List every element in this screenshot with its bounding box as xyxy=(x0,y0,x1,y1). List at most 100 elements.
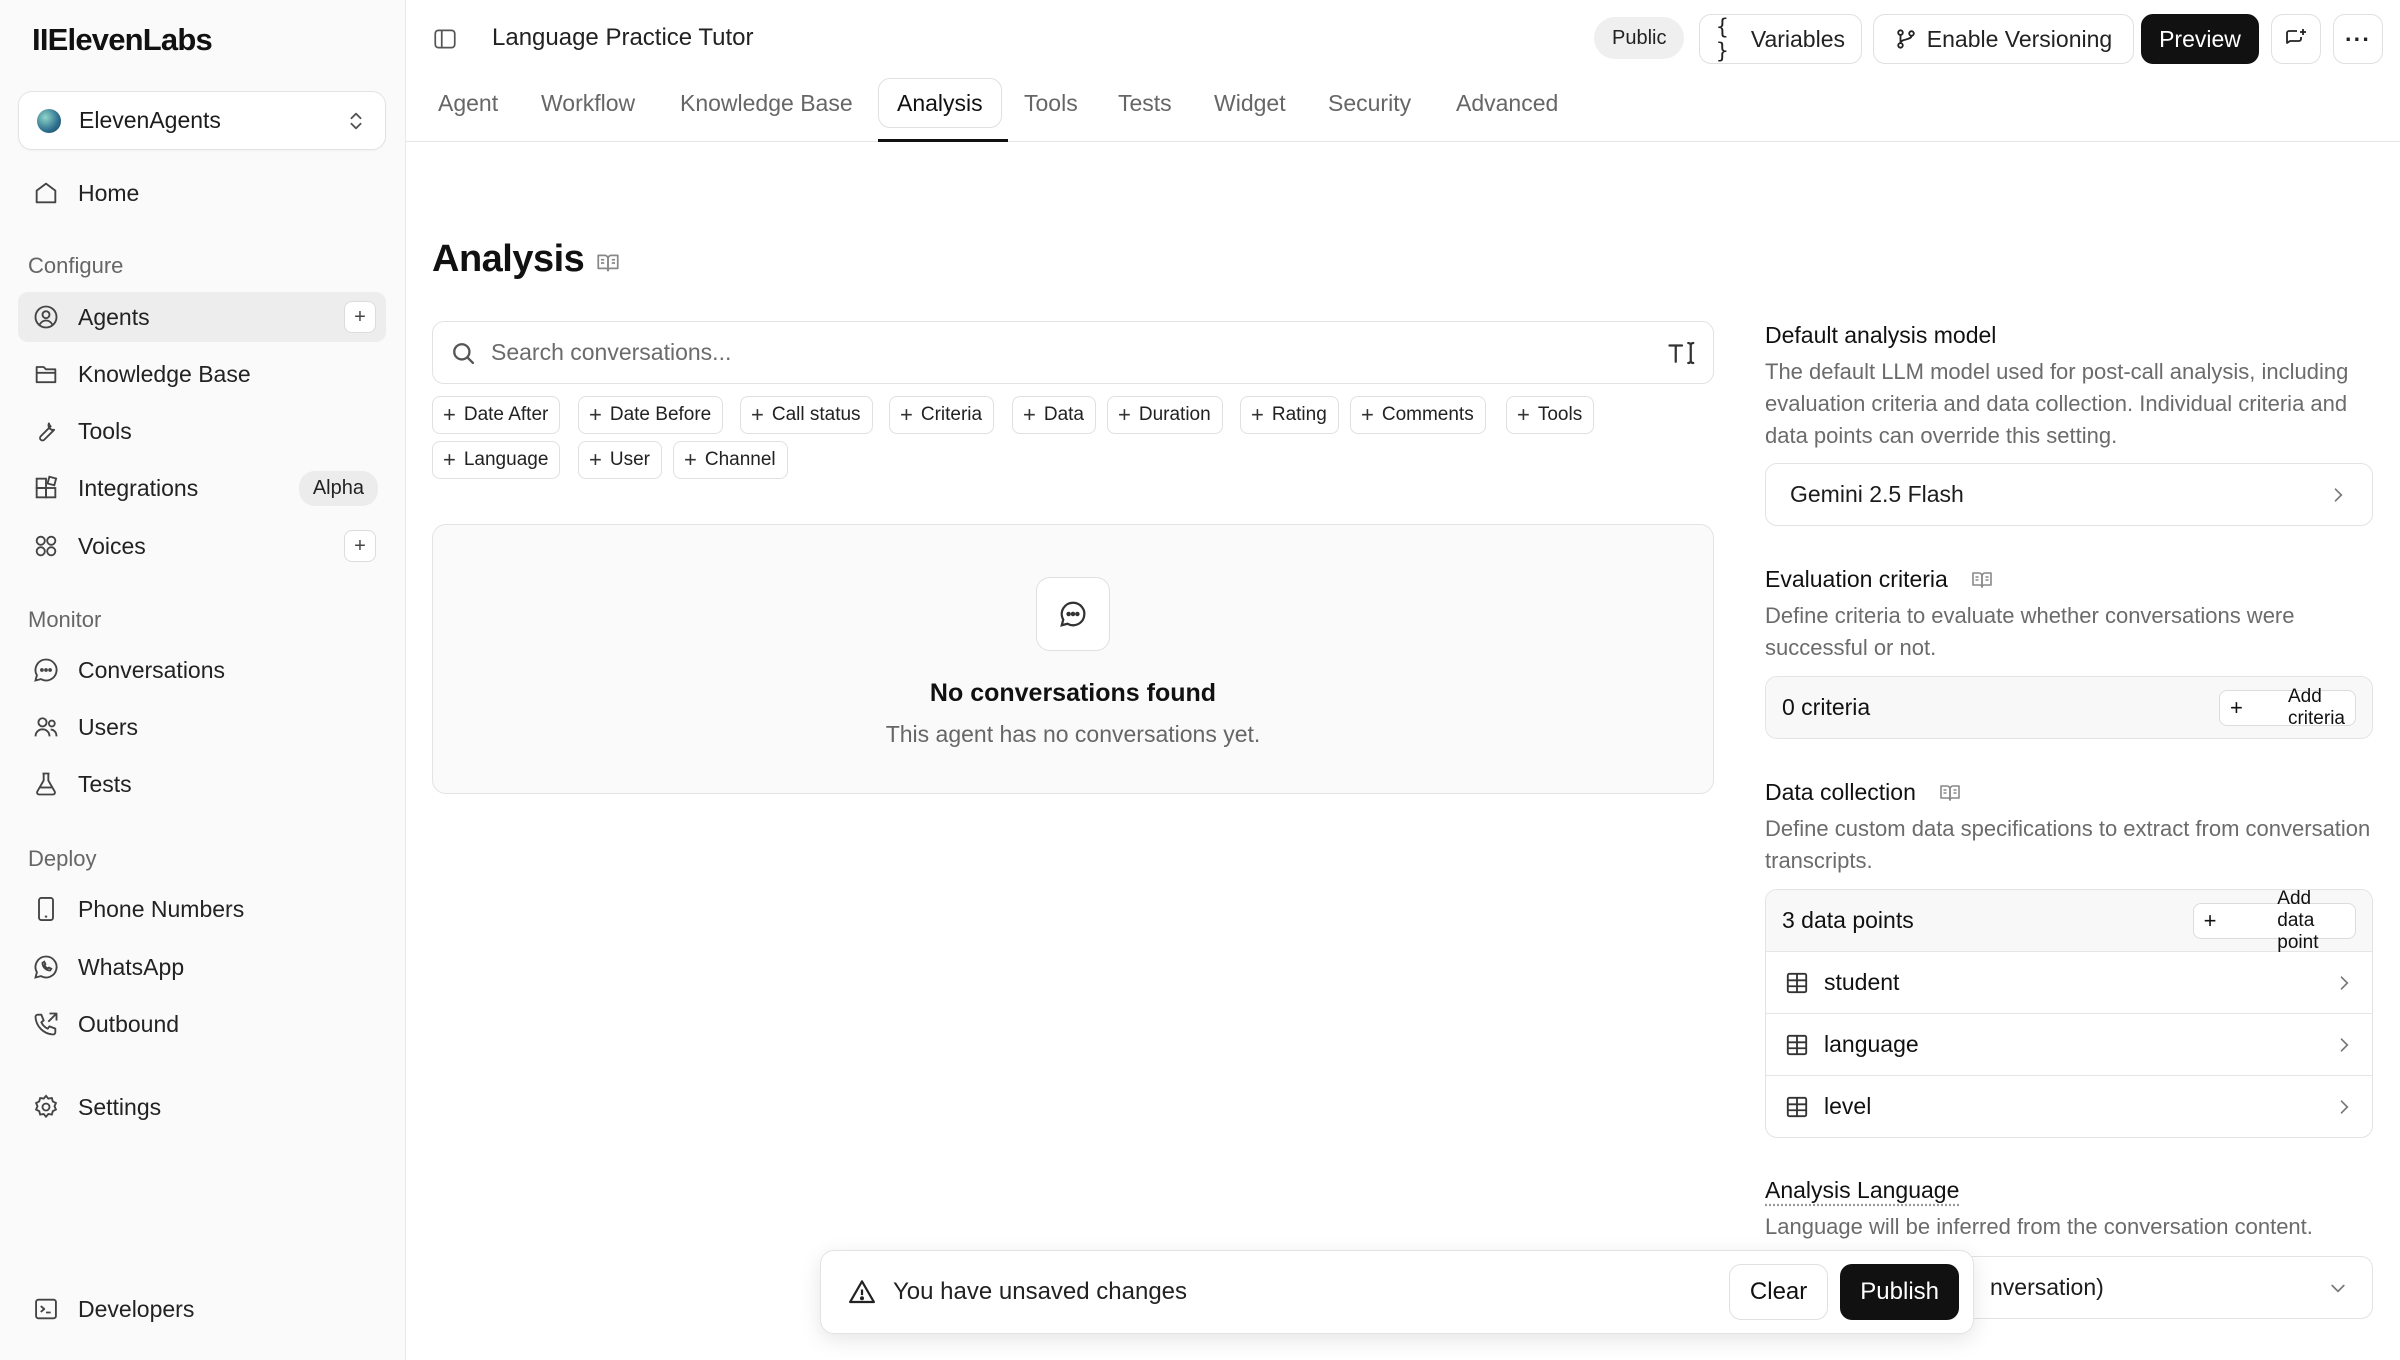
tab-widget[interactable]: Widget xyxy=(1196,78,1304,128)
plus-icon: + xyxy=(1517,402,1530,427)
filter-data[interactable]: + Data xyxy=(1012,396,1096,434)
whatsapp-icon xyxy=(34,955,58,979)
empty-state-title: No conversations found xyxy=(929,679,1217,707)
filter-user[interactable]: + User xyxy=(578,441,662,479)
sidebar-item-agents[interactable]: Agents + xyxy=(18,292,386,342)
model-value: Gemini 2.5 Flash xyxy=(1790,481,1964,507)
folder-icon xyxy=(35,366,57,384)
sidebar-item-developers[interactable]: Developers xyxy=(18,1284,386,1334)
model-select[interactable]: Gemini 2.5 Flash xyxy=(1765,463,2373,526)
filter-tools[interactable]: + Tools xyxy=(1506,396,1595,434)
filter-date-after[interactable]: + Date After xyxy=(432,396,561,434)
elevenlabs-logo[interactable]: IIElevenLabs xyxy=(32,22,213,58)
data-point-row-level[interactable]: level xyxy=(1766,1075,2372,1137)
chat-plus-icon xyxy=(2286,29,2306,44)
home-icon xyxy=(35,182,57,204)
tab-workflow[interactable]: Workflow xyxy=(523,78,653,128)
preview-button[interactable]: Preview xyxy=(2141,14,2259,64)
workspace-selector[interactable]: ElevenAgents xyxy=(18,91,386,150)
tab-knowledge-base[interactable]: Knowledge Base xyxy=(662,78,871,128)
tab-agent[interactable]: Agent xyxy=(420,78,516,128)
more-options-button[interactable]: ··· xyxy=(2333,14,2383,64)
workspace-orb-icon xyxy=(37,108,61,133)
tab-analysis[interactable]: Analysis xyxy=(878,78,1002,128)
phone-device-icon xyxy=(38,896,54,922)
chevron-right-icon xyxy=(2340,1099,2349,1114)
sidebar-item-home[interactable]: Home xyxy=(18,168,386,218)
sidebar-item-label: WhatsApp xyxy=(78,953,185,980)
filter-duration[interactable]: + Duration xyxy=(1107,396,1223,434)
agent-icon xyxy=(34,305,58,329)
warning-triangle-icon xyxy=(849,1280,875,1304)
filter-channel[interactable]: + Channel xyxy=(673,441,788,479)
plus-icon: + xyxy=(1251,402,1264,427)
empty-state-icon-box xyxy=(1036,577,1110,651)
sidebar-item-tests[interactable]: Tests xyxy=(18,759,386,809)
tab-tools[interactable]: Tools xyxy=(1006,78,1096,128)
terminal-icon xyxy=(35,1298,57,1320)
table-icon xyxy=(1786,1096,1808,1117)
plus-icon: + xyxy=(589,447,602,472)
chat-bubble-icon xyxy=(1060,601,1086,627)
data-points-box: 3 data points + Add data point student la… xyxy=(1765,889,2373,1138)
table-icon xyxy=(1786,1034,1808,1055)
search-input[interactable] xyxy=(491,339,1667,366)
enable-versioning-button[interactable]: Enable Versioning xyxy=(1873,14,2134,64)
sidebar-item-label: Tests xyxy=(78,770,132,797)
filter-call-status[interactable]: + Call status xyxy=(740,396,873,434)
active-tab-indicator xyxy=(878,139,1008,142)
public-badge[interactable]: Public xyxy=(1594,17,1685,59)
unsaved-changes-toast: You have unsaved changes Clear Publish xyxy=(820,1250,1974,1334)
docs-book-icon[interactable] xyxy=(1938,781,1962,805)
docs-book-icon[interactable] xyxy=(1970,568,1994,592)
sidebar-item-label: Tools xyxy=(78,417,132,444)
sidebar-item-label: Conversations xyxy=(78,656,226,683)
add-voice-button[interactable]: + xyxy=(344,530,376,562)
workspace-label: ElevenAgents xyxy=(79,107,221,133)
sidebar-item-outbound[interactable]: Outbound xyxy=(18,999,386,1049)
share-button[interactable] xyxy=(2271,14,2321,64)
sidebar-item-label: Agents xyxy=(78,303,150,330)
sidebar-item-knowledge-base[interactable]: Knowledge Base xyxy=(18,349,386,399)
sidebar-toggle-icon[interactable] xyxy=(432,26,458,52)
unsaved-changes-message: You have unsaved changes xyxy=(893,1278,1188,1305)
chevron-down-icon xyxy=(2331,1284,2345,1293)
filter-comments[interactable]: + Comments xyxy=(1350,396,1486,434)
plus-icon: + xyxy=(1118,402,1131,427)
data-collection-description: Define custom data specifications to ext… xyxy=(1765,816,2371,873)
filter-criteria[interactable]: + Criteria xyxy=(889,396,995,434)
chip-label: Comments xyxy=(1381,404,1474,425)
add-criteria-button[interactable]: + Add criteria xyxy=(2219,686,2356,729)
add-agent-button[interactable]: + xyxy=(344,301,376,333)
clear-button[interactable]: Clear xyxy=(1728,1264,1829,1320)
sidebar-item-users[interactable]: Users xyxy=(18,702,386,752)
empty-state-subtitle: This agent has no conversations yet. xyxy=(885,721,1261,747)
data-point-row-student[interactable]: student xyxy=(1766,951,2372,1013)
docs-book-icon[interactable] xyxy=(595,250,621,276)
sidebar-item-conversations[interactable]: Conversations xyxy=(18,645,386,695)
filter-language[interactable]: + Language xyxy=(432,441,561,479)
sidebar-item-voices[interactable]: Voices + xyxy=(18,521,386,571)
data-point-row-language[interactable]: language xyxy=(1766,1013,2372,1075)
text-cursor-icon[interactable] xyxy=(1667,338,1697,368)
publish-button[interactable]: Publish xyxy=(1840,1264,1959,1320)
variables-button[interactable]: { } Variables xyxy=(1699,14,1862,64)
chip-label: Tools xyxy=(1537,404,1583,425)
add-data-point-label: Add data point xyxy=(2277,889,2319,953)
filter-rating[interactable]: + Rating xyxy=(1240,396,1339,434)
sidebar-item-whatsapp[interactable]: WhatsApp xyxy=(18,942,386,992)
voices-grid-icon xyxy=(35,535,57,557)
sidebar-item-settings[interactable]: Settings xyxy=(18,1082,386,1132)
chip-label: Criteria xyxy=(920,404,983,425)
tab-security[interactable]: Security xyxy=(1310,78,1429,128)
tab-advanced[interactable]: Advanced xyxy=(1438,78,1576,128)
filter-date-before[interactable]: + Date Before xyxy=(578,396,724,434)
data-collection-heading: Data collection xyxy=(1765,779,1916,805)
add-data-point-button[interactable]: + Add data point xyxy=(2192,890,2356,953)
sidebar-item-phone-numbers[interactable]: Phone Numbers xyxy=(18,884,386,934)
plus-icon: + xyxy=(900,402,913,427)
chip-label: Rating xyxy=(1271,404,1327,425)
sidebar-item-tools[interactable]: Tools xyxy=(18,406,386,456)
sidebar-item-integrations[interactable]: Integrations Alpha xyxy=(18,463,386,513)
tab-tests[interactable]: Tests xyxy=(1100,78,1190,128)
